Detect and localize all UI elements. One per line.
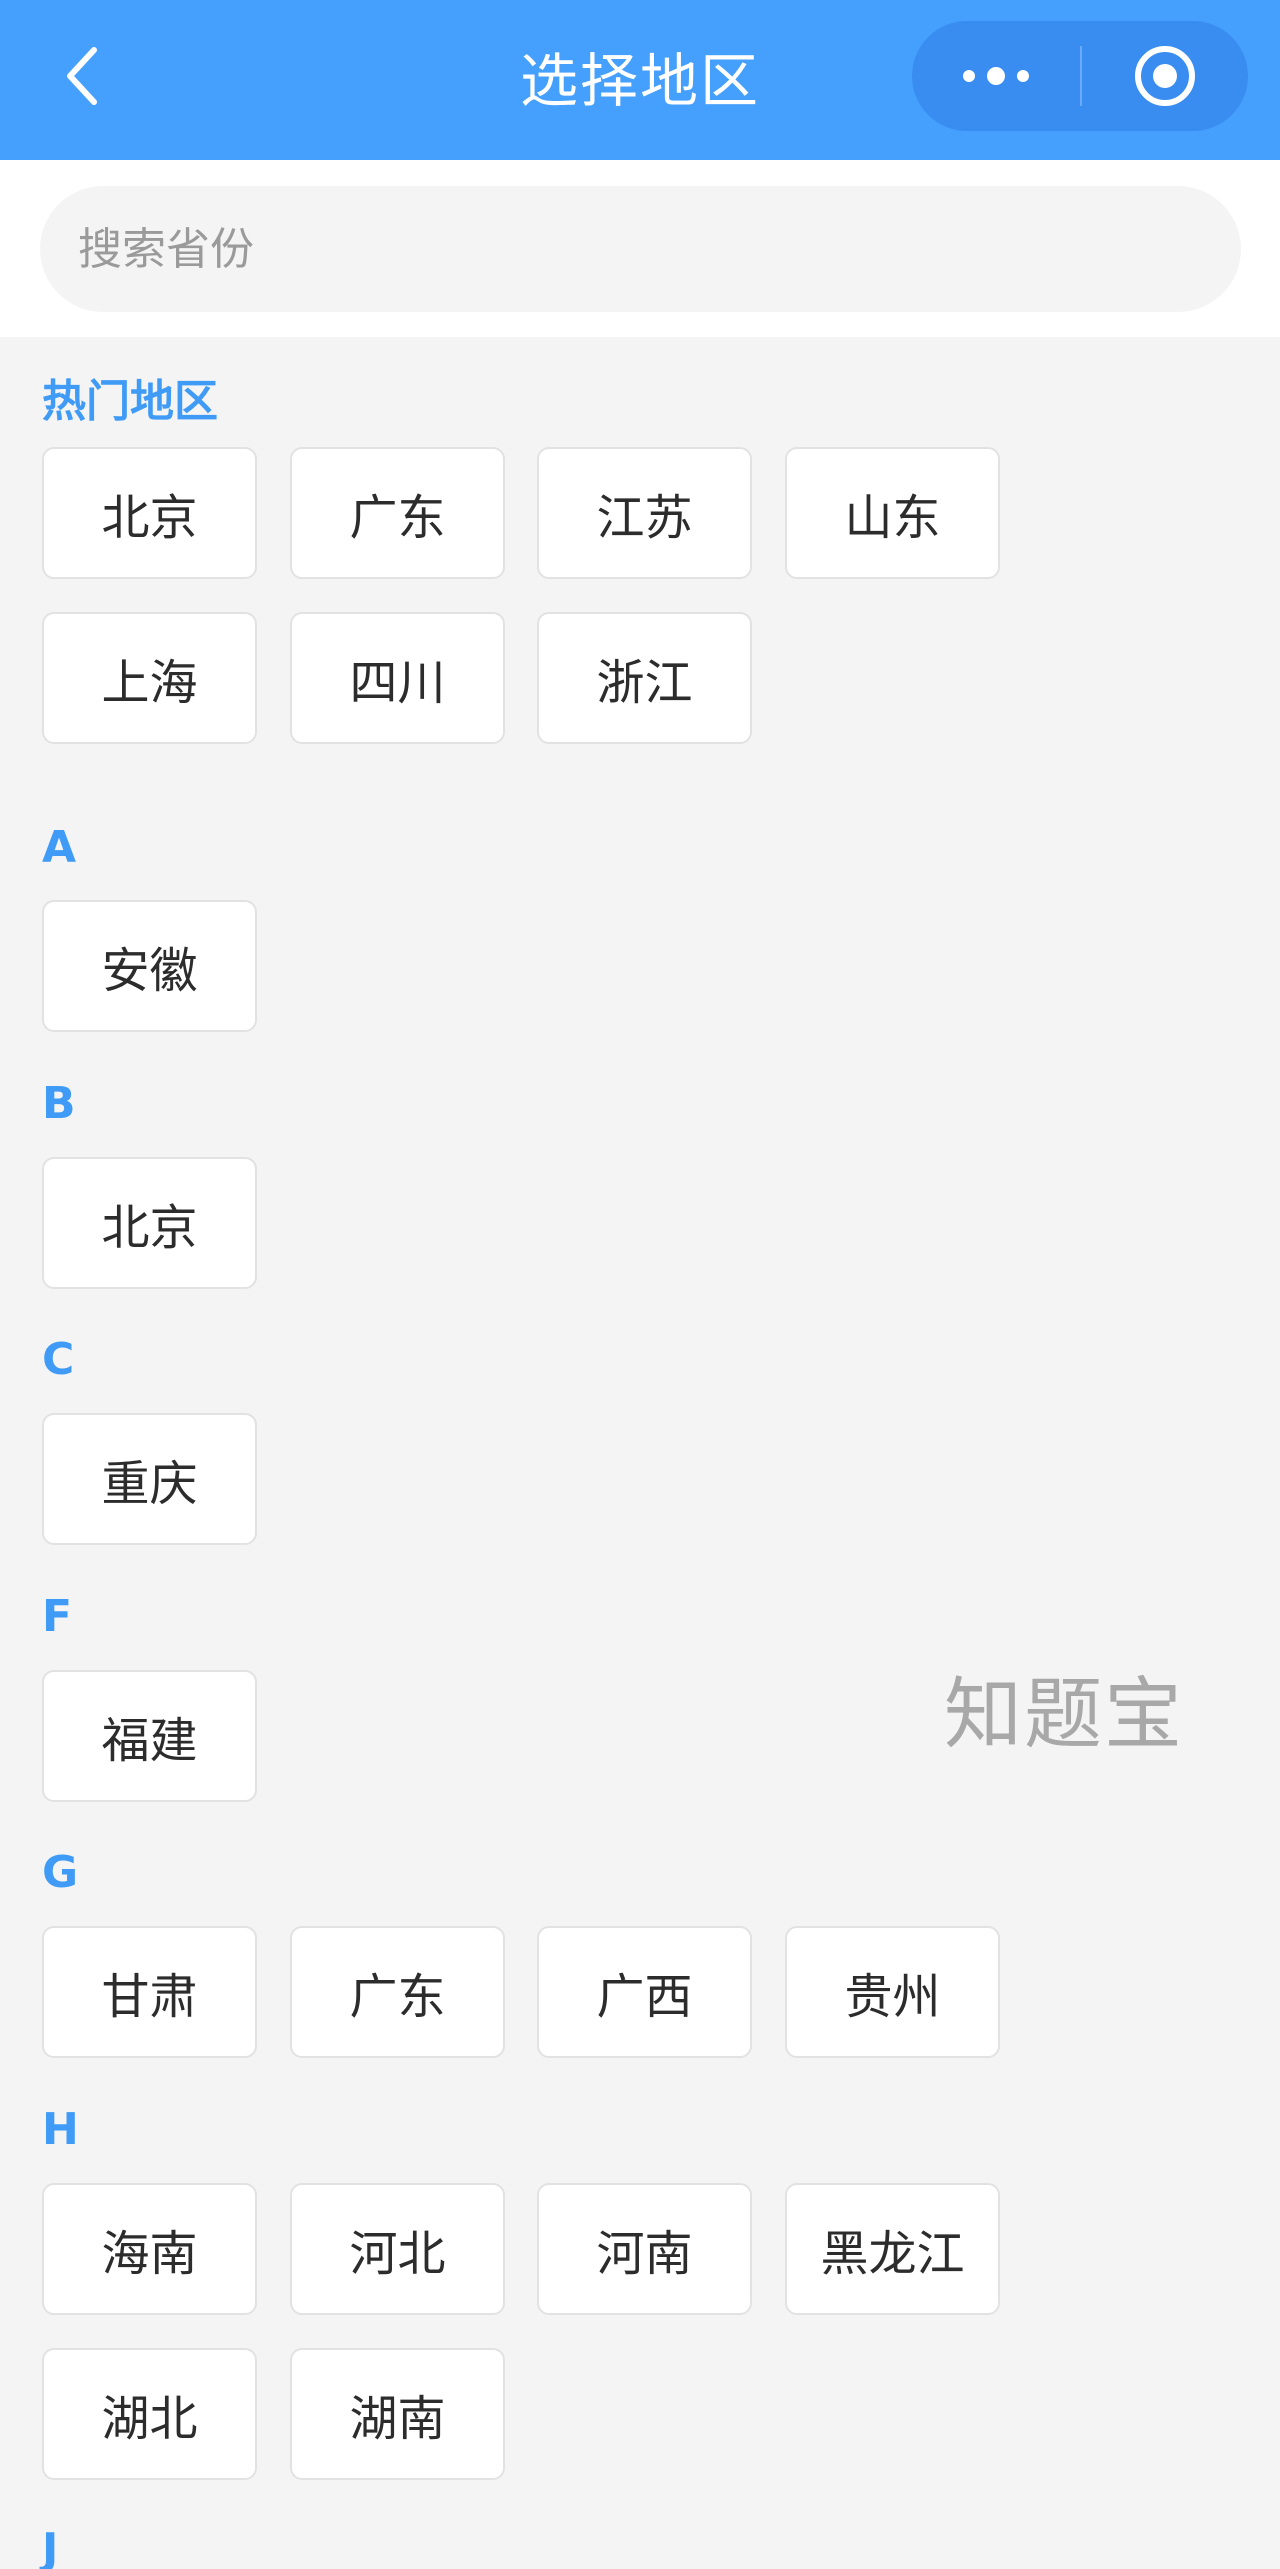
- region-chip[interactable]: 河北: [290, 2183, 505, 2315]
- letter-header-c: C: [42, 1334, 75, 1385]
- hot-region-chip[interactable]: 上海: [42, 612, 257, 744]
- region-chip[interactable]: 广西: [537, 1926, 752, 2058]
- target-circle-icon: [1135, 46, 1195, 106]
- more-dots-icon: [963, 67, 1029, 85]
- search-bar: [0, 160, 1280, 337]
- letter-header-f: F: [42, 1591, 73, 1642]
- more-button[interactable]: [912, 21, 1080, 131]
- hot-region-chip[interactable]: 四川: [290, 612, 505, 744]
- region-chip[interactable]: 广东: [290, 1926, 505, 2058]
- region-chip[interactable]: 甘肃: [42, 1926, 257, 2058]
- hot-section-title: 热门地区: [42, 376, 218, 427]
- letter-header-j: J: [42, 2524, 59, 2569]
- hot-region-chip[interactable]: 江苏: [537, 447, 752, 579]
- region-picker-page: 选择地区 热门地区 北京 广东 江苏 山东 上海 四川: [0, 0, 1280, 2569]
- region-chip[interactable]: 重庆: [42, 1413, 257, 1545]
- hot-region-chip[interactable]: 浙江: [537, 612, 752, 744]
- watermark-text: 知题宝: [944, 1670, 1185, 1760]
- letter-header-h: H: [42, 2104, 79, 2155]
- letter-header-g: G: [42, 1847, 79, 1898]
- region-chip[interactable]: 贵州: [785, 1926, 1000, 2058]
- close-button[interactable]: [1082, 21, 1248, 131]
- region-chip[interactable]: 北京: [42, 1157, 257, 1289]
- region-chip[interactable]: 福建: [42, 1670, 257, 1802]
- letter-header-b: B: [42, 1078, 76, 1129]
- region-chip[interactable]: 河南: [537, 2183, 752, 2315]
- nav-bar: 选择地区: [0, 0, 1280, 160]
- region-chip[interactable]: 安徽: [42, 900, 257, 1032]
- region-chip[interactable]: 黑龙江: [785, 2183, 1000, 2315]
- hot-region-chip[interactable]: 山东: [785, 447, 1000, 579]
- mini-program-capsule: [912, 21, 1248, 131]
- search-input[interactable]: [40, 186, 1241, 312]
- region-chip[interactable]: 湖北: [42, 2348, 257, 2480]
- hot-region-chip[interactable]: 广东: [290, 447, 505, 579]
- region-chip[interactable]: 海南: [42, 2183, 257, 2315]
- letter-header-a: A: [42, 822, 77, 873]
- region-chip[interactable]: 湖南: [290, 2348, 505, 2480]
- hot-region-chip[interactable]: 北京: [42, 447, 257, 579]
